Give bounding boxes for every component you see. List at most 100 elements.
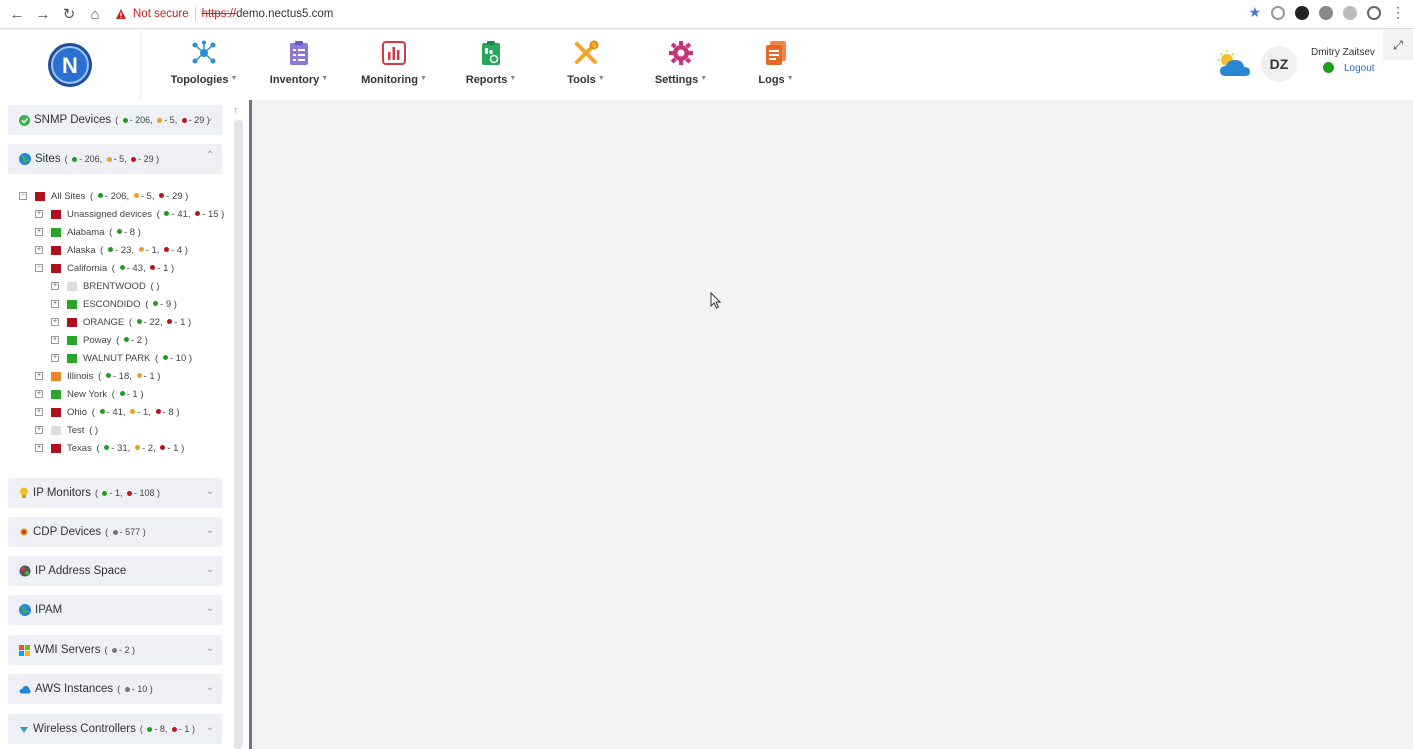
- globe-icon: [19, 604, 31, 616]
- chevron-down-icon[interactable]: ⌄: [206, 486, 214, 497]
- chevron-down-icon[interactable]: ⌄: [206, 525, 214, 536]
- menu-topologies[interactable]: Topologies ▼: [159, 38, 249, 88]
- tree-item-new-york[interactable]: + New York ( - 1 ): [35, 386, 144, 402]
- chevron-down-icon[interactable]: ⌄: [206, 722, 214, 733]
- expand-icon[interactable]: +: [35, 408, 43, 416]
- expand-icon[interactable]: +: [35, 228, 43, 236]
- reload-icon[interactable]: ↻: [57, 2, 81, 26]
- home-icon[interactable]: ⌂: [83, 2, 107, 26]
- expand-icon[interactable]: +: [51, 336, 59, 344]
- forward-icon[interactable]: →: [31, 2, 55, 26]
- panel-aws-instances[interactable]: AWS Instances ( - 10 ) ⌄: [8, 674, 222, 704]
- scroll-up-icon[interactable]: ↑: [233, 105, 238, 116]
- menu-monitoring[interactable]: Monitoring ▼: [349, 38, 439, 88]
- tree-item-escondido[interactable]: + ESCONDIDO ( - 9 ): [51, 296, 177, 312]
- expand-icon[interactable]: +: [35, 210, 43, 218]
- extension-icon[interactable]: [1343, 5, 1357, 20]
- panel-wireless-controllers[interactable]: Wireless Controllers ( - 8, - 1 ) ⌄: [8, 714, 222, 744]
- back-icon[interactable]: ←: [5, 2, 29, 26]
- status-counts: ( - 1, - 108 ): [94, 488, 161, 498]
- avatar[interactable]: DZ: [1261, 46, 1297, 82]
- tree-item-brentwood[interactable]: + BRENTWOOD ( ): [51, 278, 159, 294]
- url-host: demo.nectus5.com: [236, 8, 334, 20]
- panel-ipam[interactable]: IPAM ⌄: [8, 595, 222, 625]
- logs-icon: [731, 38, 821, 68]
- online-status-icon: [1323, 62, 1334, 73]
- site-status-icon: [51, 407, 61, 417]
- warning-icon: [115, 8, 127, 20]
- logo[interactable]: N: [0, 30, 141, 100]
- extension-icon[interactable]: [1367, 5, 1381, 20]
- tree-item-california[interactable]: − California ( - 43, - 1 ): [35, 260, 174, 276]
- chevron-down-icon[interactable]: ⌄: [206, 603, 214, 614]
- sidebar-scrollbar[interactable]: [234, 120, 243, 749]
- expand-icon[interactable]: +: [51, 300, 59, 308]
- main-content-area: [252, 100, 1413, 749]
- tree-item-texas[interactable]: + Texas ( - 31, - 2, - 1 ): [35, 440, 184, 456]
- chevron-down-icon[interactable]: ⌄: [206, 113, 214, 124]
- extension-bar: ★ ⋮: [1248, 4, 1405, 21]
- tree-item-unassigned[interactable]: + Unassigned devices ( - 41, - 15 ): [35, 206, 224, 222]
- kebab-menu-icon[interactable]: ⋮: [1391, 4, 1405, 21]
- collapse-icon[interactable]: −: [35, 264, 43, 272]
- cloud-icon: [19, 685, 31, 693]
- tree-item-orange[interactable]: + ORANGE ( - 22, - 1 ): [51, 314, 191, 330]
- tree-item-alaska[interactable]: + Alaska ( - 23, - 1, - 4 ): [35, 242, 188, 258]
- site-status-icon: [51, 245, 61, 255]
- url-scheme: https://: [201, 8, 237, 20]
- address-bar[interactable]: Not secure https:// demo.nectus5.com: [115, 7, 333, 21]
- chevron-down-icon[interactable]: ⌄: [206, 564, 214, 575]
- tree-item-alabama[interactable]: + Alabama ( - 8 ): [35, 224, 141, 240]
- tree-item-all-sites[interactable]: − All Sites ( - 206, - 5, - 29 ): [19, 188, 188, 204]
- extension-icon[interactable]: [1295, 5, 1309, 20]
- status-counts: ( - 206, - 5, - 29 ): [64, 154, 160, 164]
- panel-snmp-devices[interactable]: SNMP Devices ( - 206, - 5, - 29 ) ⌄: [8, 105, 222, 135]
- panel-ip-monitors[interactable]: IP Monitors ( - 1, - 108 ) ⌄: [8, 478, 222, 508]
- expand-icon[interactable]: +: [35, 444, 43, 452]
- tree-item-ohio[interactable]: + Ohio ( - 41, - 1, - 8 ): [35, 404, 180, 420]
- chevron-down-icon[interactable]: ⌄: [206, 643, 214, 654]
- collapse-icon[interactable]: −: [19, 192, 27, 200]
- bookmark-star-icon[interactable]: ★: [1248, 4, 1261, 21]
- expand-icon[interactable]: +: [51, 318, 59, 326]
- report-icon: [446, 38, 536, 68]
- status-counts: ( - 2 ): [104, 645, 135, 655]
- expand-icon[interactable]: +: [35, 390, 43, 398]
- menu-reports[interactable]: Reports ▼: [446, 38, 536, 88]
- tree-item-poway[interactable]: + Poway ( - 2 ): [51, 332, 148, 348]
- site-status-icon: [67, 335, 77, 345]
- expand-icon[interactable]: +: [35, 426, 43, 434]
- expand-icon[interactable]: +: [35, 372, 43, 380]
- expand-icon[interactable]: +: [35, 246, 43, 254]
- bar-chart-icon: [349, 38, 439, 68]
- site-status-icon: [51, 263, 61, 273]
- status-counts: ( - 577 ): [105, 527, 146, 537]
- chevron-up-icon[interactable]: ⌃: [206, 150, 214, 161]
- site-status-icon: [51, 443, 61, 453]
- logout-link[interactable]: Logout: [1344, 63, 1375, 74]
- tree-item-test[interactable]: + Test ( ): [35, 422, 98, 438]
- tree-item-illinois[interactable]: + Illinois ( - 18, - 1 ): [35, 368, 160, 384]
- panel-wmi-servers[interactable]: WMI Servers ( - 2 ) ⌄: [8, 635, 222, 665]
- site-status-icon: [51, 425, 61, 435]
- expand-icon[interactable]: +: [51, 354, 59, 362]
- panel-sites[interactable]: Sites ( - 206, - 5, - 29 ) ⌃: [8, 144, 222, 174]
- site-status-icon: [35, 191, 45, 201]
- extension-icon[interactable]: [1319, 5, 1333, 20]
- expand-icon[interactable]: +: [51, 282, 59, 290]
- panel-cdp-devices[interactable]: CDP Devices ( - 577 ) ⌄: [8, 517, 222, 547]
- menu-inventory[interactable]: Inventory ▼: [254, 38, 344, 88]
- fullscreen-icon[interactable]: ⤢: [1383, 30, 1413, 60]
- tree-item-walnut-park[interactable]: + WALNUT PARK ( - 10 ): [51, 350, 192, 366]
- windows-icon: [19, 644, 30, 656]
- menu-logs[interactable]: Logs ▼: [731, 38, 821, 88]
- extension-icon[interactable]: [1271, 5, 1285, 20]
- chevron-down-icon[interactable]: ⌄: [206, 682, 214, 693]
- app-header: N Topologies ▼ Inventory ▼ Monitoring ▼ Rep…: [0, 30, 1413, 100]
- menu-settings[interactable]: Settings ▼: [636, 38, 726, 88]
- tools-icon: [541, 38, 631, 68]
- cdp-icon: [20, 528, 28, 536]
- menu-tools[interactable]: Tools ▼: [541, 38, 631, 88]
- svg-text:N: N: [62, 53, 78, 78]
- panel-ip-address-space[interactable]: IP Address Space ⌄: [8, 556, 222, 586]
